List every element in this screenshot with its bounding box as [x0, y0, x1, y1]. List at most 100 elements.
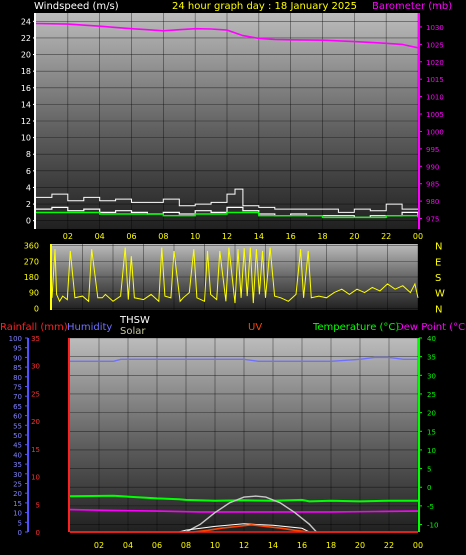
temperature-x-tick-label: 04 — [123, 541, 133, 550]
wind-x-tick-label: 14 — [254, 232, 264, 241]
temperature-axis-label: Temperature (°C) — [312, 322, 399, 333]
temperature-x-tick-label: 08 — [181, 541, 191, 550]
temperature-x-tick-label: 00 — [413, 541, 423, 550]
wind-x-tick-label: 12 — [222, 232, 232, 241]
barometer-axis-label: Barometer (mb) — [372, 1, 452, 12]
temperature-tick-label: -10 — [427, 522, 438, 530]
rainfall-tick-label: 5 — [36, 501, 40, 509]
compass-label: W — [435, 289, 445, 300]
barometer-tick-label: 1010 — [426, 94, 444, 102]
barometer-tick-label: 990 — [426, 163, 439, 171]
wind-x-tick-label: 20 — [349, 232, 359, 241]
compass-label: E — [435, 257, 441, 268]
chart-title: 24 hour graph day : 18 January 2025 — [172, 1, 357, 12]
temperature-tick-label: 0 — [427, 484, 431, 492]
humidity-tick-label: 100 — [9, 335, 22, 343]
wind-tick-label: 20 — [21, 51, 31, 60]
humidity-tick-label: 30 — [13, 471, 22, 479]
barometer-tick-label: 1005 — [426, 111, 444, 119]
temperature-tick-label: -5 — [427, 503, 434, 511]
temperature-x-tick-label: 12 — [239, 541, 249, 550]
rainfall-tick-label: 25 — [31, 390, 40, 398]
wind-x-tick-label: 18 — [317, 232, 327, 241]
wind-tick-label: 0 — [26, 217, 31, 226]
temperature-x-tick-label: 14 — [268, 541, 278, 550]
temperature-tick-label: 10 — [427, 447, 436, 455]
barometer-tick-label: 975 — [426, 216, 439, 224]
wind-x-tick-label: 10 — [190, 232, 200, 241]
wind-x-tick-label: 02 — [63, 232, 73, 241]
humidity-tick-label: 15 — [13, 500, 22, 508]
humidity-tick-label: 80 — [13, 374, 22, 382]
humidity-tick-label: 25 — [13, 481, 22, 489]
compass-label: N — [435, 242, 442, 253]
humidity-axis-label: Humidity — [67, 322, 112, 333]
humidity-tick-label: 70 — [13, 393, 22, 401]
wind-x-tick-label: 04 — [95, 232, 105, 241]
wind-x-tick-label: 08 — [158, 232, 168, 241]
dewpoint-axis-label: Dew Point (°C) — [396, 322, 466, 333]
wind-axis-label: Windspeed (m/s) — [34, 1, 119, 12]
compass-label: N — [435, 304, 442, 315]
wind-tick-label: 22 — [21, 34, 31, 43]
wind-tick-label: 16 — [21, 84, 31, 93]
humidity-tick-label: 90 — [13, 354, 22, 362]
rainfall-tick-label: 20 — [31, 418, 40, 426]
barometer-tick-label: 1000 — [426, 128, 444, 136]
humidity-tick-label: 95 — [13, 345, 22, 353]
humidity-tick-label: 40 — [13, 451, 22, 459]
uv-label: UV — [248, 322, 262, 333]
wind-tick-label: 4 — [26, 183, 31, 192]
wind-x-tick-label: 06 — [126, 232, 136, 241]
humidity-tick-label: 60 — [13, 413, 22, 421]
wind-tick-label: 12 — [21, 117, 31, 126]
temperature-x-tick-label: 20 — [355, 541, 365, 550]
direction-tick-label: 180 — [24, 273, 39, 282]
temperature-tick-label: 15 — [427, 428, 436, 436]
humidity-tick-label: 85 — [13, 364, 22, 372]
wind-x-tick-label: 22 — [381, 232, 391, 241]
barometer-tick-label: 985 — [426, 181, 439, 189]
humidity-tick-label: 50 — [13, 432, 22, 440]
temperature-x-tick-label: 22 — [384, 541, 394, 550]
temperature-tick-label: 35 — [427, 354, 436, 362]
temperature-x-tick-label: 02 — [94, 541, 104, 550]
wind-tick-label: 24 — [21, 17, 31, 26]
rainfall-tick-label: 30 — [31, 363, 40, 371]
humidity-tick-label: 10 — [13, 510, 22, 518]
temperature-x-tick-label: 06 — [152, 541, 162, 550]
temperature-tick-label: 25 — [427, 391, 436, 399]
humidity-tick-label: 65 — [13, 403, 22, 411]
humidity-tick-label: 35 — [13, 461, 22, 469]
wind-x-tick-label: 16 — [286, 232, 296, 241]
temperature-x-tick-label: 16 — [297, 541, 307, 550]
solar-label: Solar — [120, 326, 146, 337]
humidity-tick-label: 0 — [18, 529, 22, 537]
wind-tick-label: 18 — [21, 67, 31, 76]
humidity-tick-label: 5 — [18, 519, 22, 527]
direction-tick-label: 90 — [29, 289, 39, 298]
rainfall-tick-label: 10 — [31, 474, 40, 482]
weather-graph: Windspeed (m/s) 24 hour graph day : 18 J… — [0, 1, 466, 550]
rainfall-tick-label: 35 — [31, 335, 40, 343]
humidity-tick-label: 55 — [13, 422, 22, 430]
temperature-x-tick-label: 10 — [210, 541, 220, 550]
temperature-tick-label: 40 — [427, 335, 436, 343]
barometer-tick-label: 1020 — [426, 59, 444, 67]
rainfall-tick-label: 15 — [31, 446, 40, 454]
barometer-tick-label: 980 — [426, 198, 439, 206]
rainfall-axis-label: Rainfall (mm) — [0, 322, 68, 333]
wind-x-tick-label: 00 — [413, 232, 423, 241]
direction-tick-label: 360 — [24, 242, 39, 251]
barometer-tick-label: 1025 — [426, 41, 444, 49]
direction-tick-label: 270 — [24, 257, 39, 266]
barometer-tick-label: 995 — [426, 146, 439, 154]
temperature-tick-label: 20 — [427, 410, 436, 418]
temperature-tick-label: 30 — [427, 372, 436, 380]
temperature-tick-label: 5 — [427, 466, 431, 474]
humidity-tick-label: 75 — [13, 384, 22, 392]
temperature-x-tick-label: 18 — [326, 541, 336, 550]
wind-tick-label: 14 — [21, 100, 31, 109]
wind-tick-label: 2 — [26, 200, 31, 209]
wind-tick-label: 8 — [26, 150, 31, 159]
